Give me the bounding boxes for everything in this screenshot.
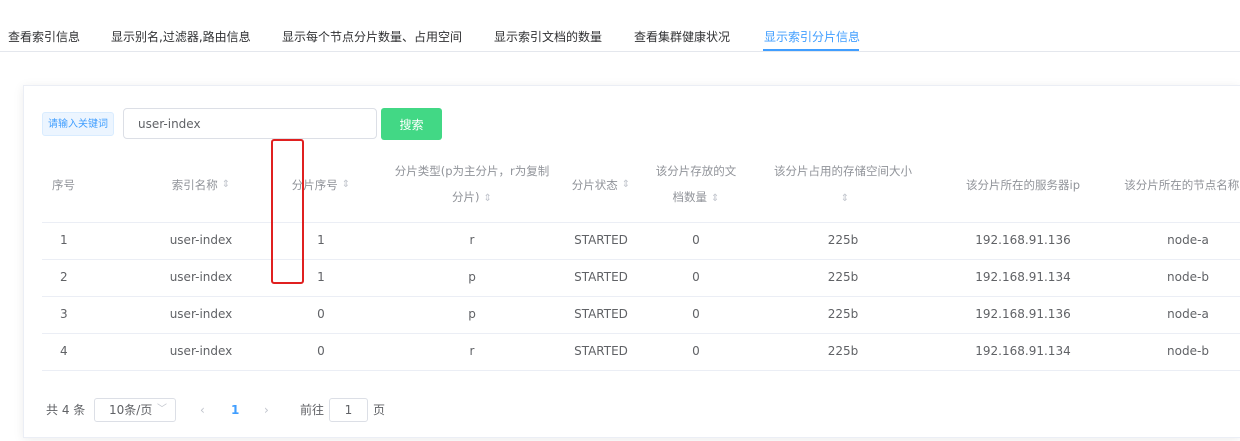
cell-store-size: 225b: [827, 270, 859, 284]
cell-doc-count: 0: [692, 270, 700, 284]
sort-caret-icon[interactable]: ⇕: [622, 172, 630, 198]
tab-doc-count[interactable]: 显示索引文档的数量: [494, 0, 602, 51]
cell-shard-state: STARTED: [574, 233, 628, 247]
column-header-shard-state[interactable]: 分片状态 ⇕: [558, 148, 644, 222]
column-header-doc-count[interactable]: 该分片存放的文档数量 ⇕: [644, 148, 748, 222]
column-header-label-text: 该分片存放的文档数量: [655, 164, 737, 204]
tab-node-shard-count[interactable]: 显示每个节点分片数量、占用空间: [282, 0, 462, 51]
cell-shard-type: p: [468, 270, 476, 284]
column-header-label: 该分片存放的文档数量 ⇕: [654, 158, 738, 212]
goto-page-input[interactable]: [329, 398, 368, 422]
cell-index-name: user-index: [169, 270, 233, 284]
cell-doc-count: 0: [692, 344, 700, 358]
column-header-label-text: 该分片占用的存储空间大小: [774, 164, 912, 178]
column-header-label: 索引名称: [171, 178, 218, 192]
tab-bar: 查看索引信息 显示别名,过滤器,路由信息 显示每个节点分片数量、占用空间 显示索…: [0, 0, 1240, 52]
pagination-total: 共 4 条: [46, 403, 86, 417]
tab-index-info[interactable]: 查看索引信息: [8, 0, 80, 51]
cell-node-name: node-a: [1167, 233, 1209, 247]
cell-store-size: 225b: [827, 307, 859, 321]
cell-store-size: 225b: [827, 233, 859, 247]
sort-caret-icon[interactable]: ⇕: [841, 193, 849, 204]
search-label-tag: 请输入关键词: [42, 112, 114, 136]
column-header-label: 该分片占用的存储空间大小 ⇕: [772, 158, 914, 212]
cell-index: 1: [60, 233, 68, 247]
cell-shard-state: STARTED: [574, 270, 628, 284]
cell-index: 2: [60, 270, 68, 284]
tab-alias-filter-routing[interactable]: 显示别名,过滤器,路由信息: [111, 0, 251, 51]
tab-shard-info[interactable]: 显示索引分片信息: [764, 0, 860, 51]
cell-shard-number: 1: [317, 270, 325, 284]
column-header-server-ip: 该分片所在的服务器ip: [938, 148, 1108, 222]
cell-node-name: node-a: [1167, 307, 1209, 321]
cell-doc-count: 0: [692, 307, 700, 321]
cell-shard-type: r: [469, 344, 475, 358]
next-page-icon[interactable]: ›: [264, 396, 269, 424]
cell-index: 4: [60, 344, 68, 358]
sort-caret-icon[interactable]: ⇕: [222, 172, 230, 198]
page-size-select[interactable]: 10条/页 ﹀: [94, 398, 176, 422]
cell-shard-state: STARTED: [574, 344, 628, 358]
cell-shard-number: 0: [317, 344, 325, 358]
cell-store-size: 225b: [827, 344, 859, 358]
sort-caret-icon[interactable]: ⇕: [711, 193, 719, 204]
table-row[interactable]: 3 user-index 0 p STARTED 0 225b 192.168.…: [42, 296, 1240, 334]
column-header-index-name[interactable]: 索引名称 ⇕: [146, 148, 256, 222]
cell-shard-state: STARTED: [574, 307, 628, 321]
table-row[interactable]: 4 user-index 0 r STARTED 0 225b 192.168.…: [42, 333, 1240, 371]
goto-label: 前往: [300, 403, 325, 417]
active-tab-indicator: [763, 49, 859, 51]
cell-shard-type: p: [468, 307, 476, 321]
cell-server-ip: 192.168.91.134: [975, 344, 1071, 358]
cell-index: 3: [60, 307, 68, 321]
column-header-shard-type[interactable]: 分片类型(p为主分片，r为复制分片) ⇕: [386, 148, 558, 222]
shard-info-card: 请输入关键词 搜索 序号 索引名称 ⇕ 分片序号 ⇕ 分片类型(p为主分片，r为复制…: [23, 85, 1240, 438]
chevron-down-icon: ﹀: [157, 404, 167, 415]
column-header-shard-number[interactable]: 分片序号 ⇕: [256, 148, 386, 222]
column-header-label: 序号: [52, 178, 75, 192]
sort-caret-icon[interactable]: ⇕: [484, 193, 492, 204]
search-input[interactable]: [123, 108, 377, 139]
cell-shard-number: 0: [317, 307, 325, 321]
column-header-label: 分片类型(p为主分片，r为复制分片) ⇕: [394, 158, 550, 212]
column-header-label-text: 分片类型(p为主分片，r为复制分片): [394, 164, 550, 204]
goto-suffix: 页: [373, 403, 386, 417]
pagination-page-number[interactable]: 1: [231, 396, 239, 424]
column-header-label: 分片状态: [571, 178, 618, 192]
cell-node-name: node-b: [1167, 344, 1209, 358]
search-button[interactable]: 搜索: [381, 108, 442, 140]
cell-shard-number: 1: [317, 233, 325, 247]
tab-cluster-health[interactable]: 查看集群健康状况: [634, 0, 730, 51]
prev-page-icon[interactable]: ‹: [200, 396, 205, 424]
cell-node-name: node-b: [1167, 270, 1209, 284]
cell-index-name: user-index: [169, 344, 233, 358]
column-header-index: 序号: [42, 148, 146, 222]
table-row[interactable]: 2 user-index 1 p STARTED 0 225b 192.168.…: [42, 259, 1240, 297]
cell-doc-count: 0: [692, 233, 700, 247]
table-row[interactable]: 1 user-index 1 r STARTED 0 225b 192.168.…: [42, 222, 1240, 260]
column-header-node-name[interactable]: 该分片所在的节点名称⇕: [1108, 148, 1240, 222]
cell-server-ip: 192.168.91.136: [975, 233, 1071, 247]
column-header-store-size[interactable]: 该分片占用的存储空间大小 ⇕: [748, 148, 938, 222]
pagination: 共 4 条 10条/页 ﹀ ‹ 1 › 前往 页: [42, 396, 642, 424]
cell-shard-type: r: [469, 233, 475, 247]
cell-index-name: user-index: [169, 307, 233, 321]
cell-server-ip: 192.168.91.136: [975, 307, 1071, 321]
page-size-value: 10条/页: [109, 403, 153, 417]
cell-index-name: user-index: [169, 233, 233, 247]
table-header: 序号 索引名称 ⇕ 分片序号 ⇕ 分片类型(p为主分片，r为复制分片) ⇕ 分片状态 ⇕…: [42, 148, 1240, 223]
sort-caret-icon[interactable]: ⇕: [342, 172, 350, 198]
column-header-label: 该分片所在的服务器ip: [966, 178, 1080, 192]
column-header-label: 该分片所在的节点名称: [1124, 178, 1240, 192]
column-header-label: 分片序号: [291, 178, 338, 192]
cell-server-ip: 192.168.91.134: [975, 270, 1071, 284]
